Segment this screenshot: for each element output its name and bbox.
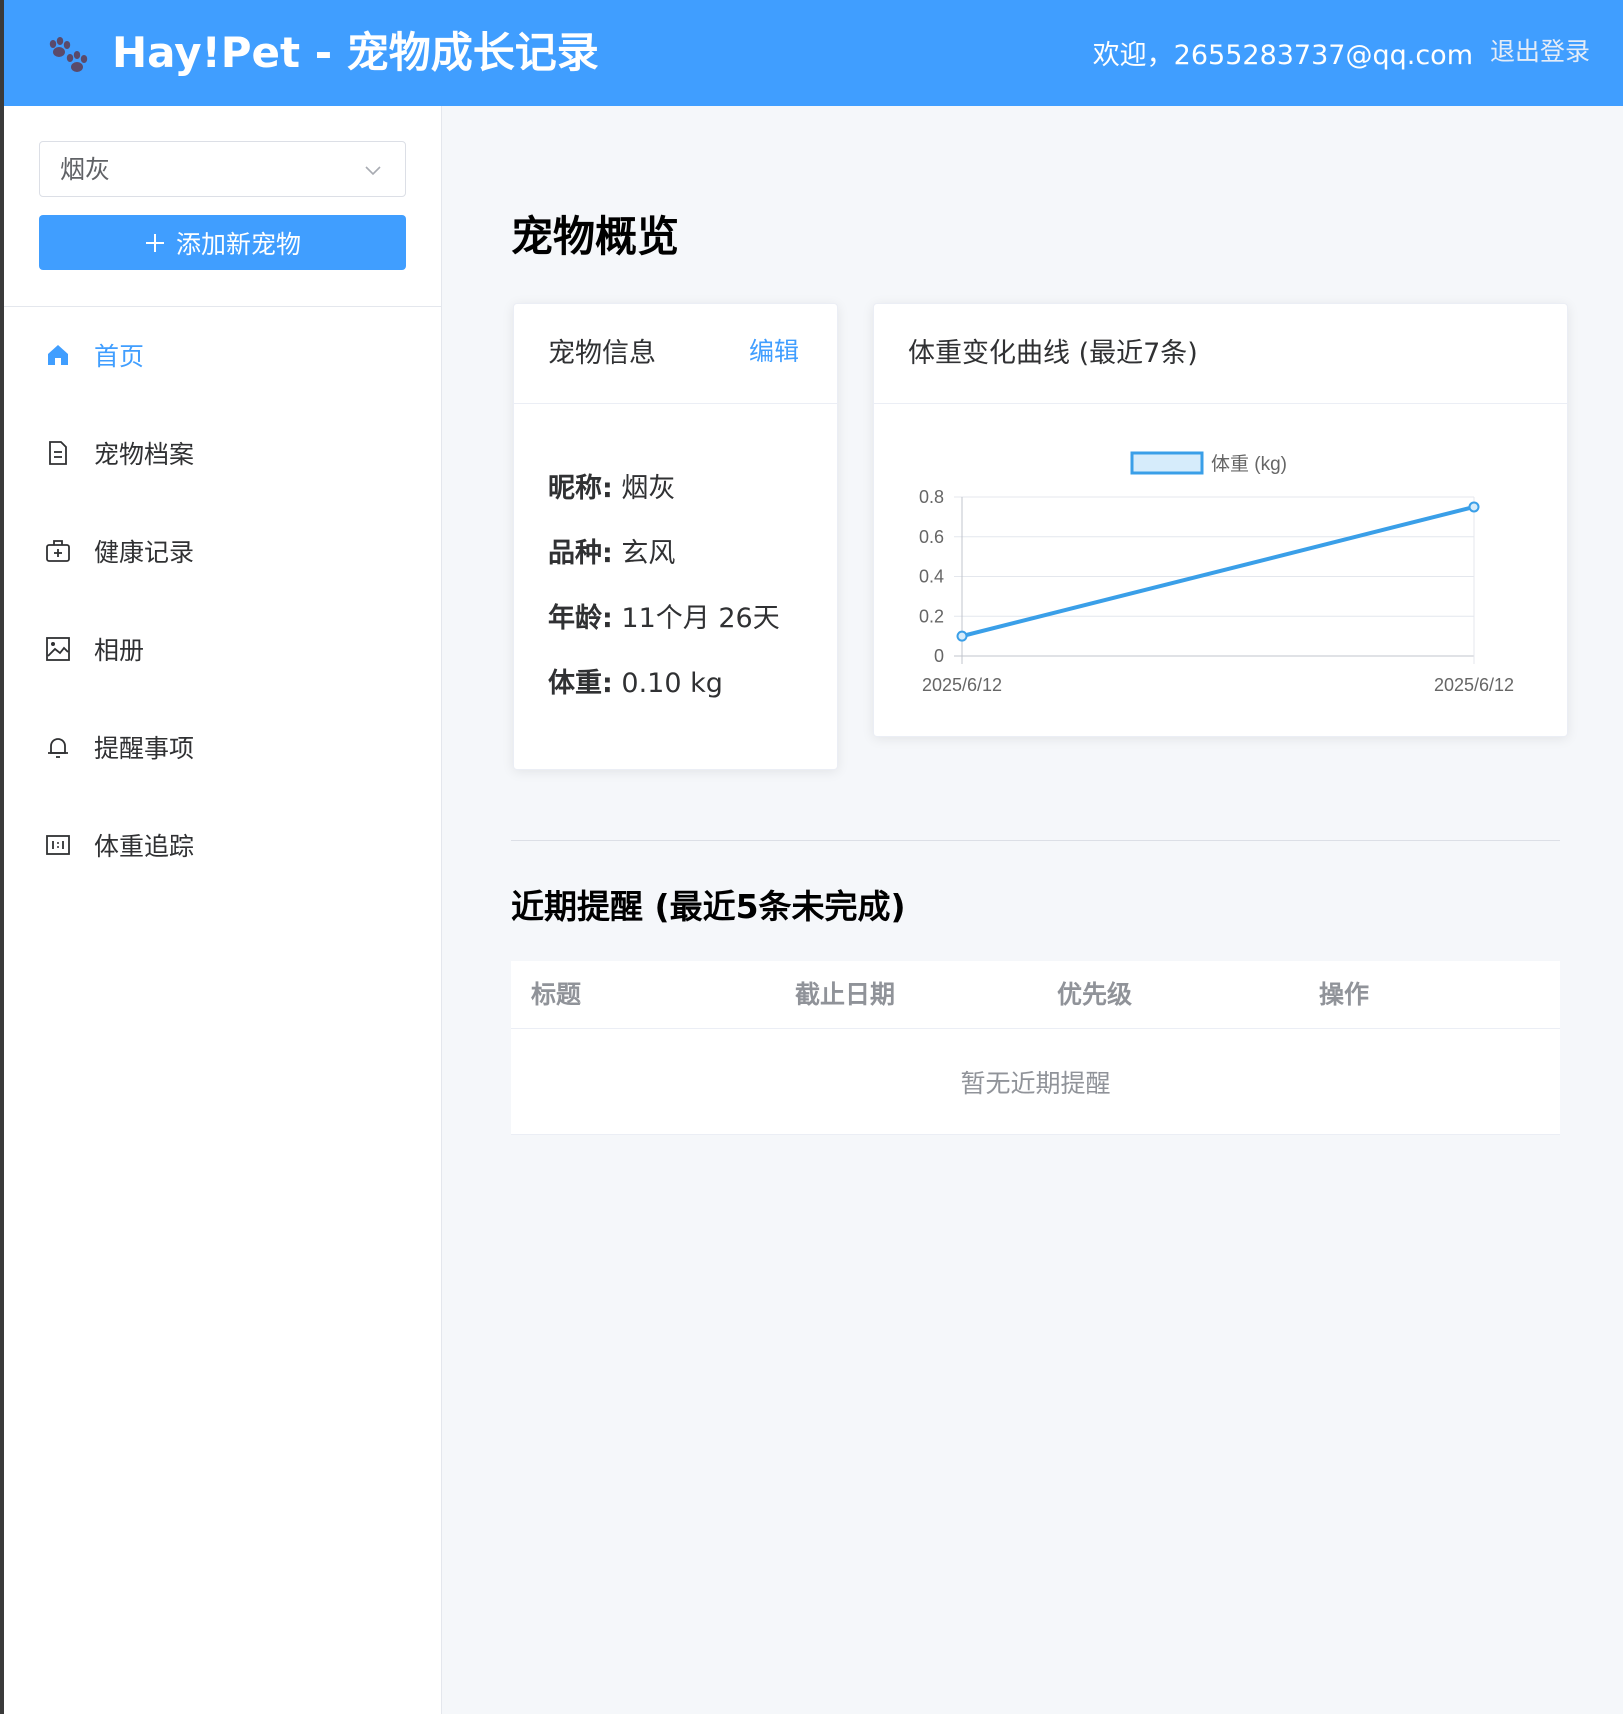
sidebar: 烟灰 添加新宠物 首页 宠物档案 健康记录 相册 提醒事项 体重追踪 — [0, 106, 442, 1714]
column-header-priority: 优先级 — [1057, 980, 1133, 1009]
info-value: 烟灰 — [621, 473, 676, 504]
sidebar-item-home[interactable]: 首页 — [4, 306, 441, 404]
page-title: 宠物概览 — [511, 212, 680, 261]
y-tick-label: 0.8 — [919, 487, 944, 507]
sidebar-item-health[interactable]: 健康记录 — [4, 502, 441, 600]
info-weight: 体重: 0.10 kg — [548, 664, 723, 704]
pet-select[interactable]: 烟灰 — [39, 141, 406, 197]
weight-line-chart: 0 0.2 0.4 0.6 0.8 2025/6/12 2025/6/12 体重 (kg) — [919, 451, 1514, 695]
legend-label: 体重 (kg) — [1211, 453, 1287, 475]
info-nickname: 昵称: 烟灰 — [548, 469, 675, 509]
sidebar-item-label: 体重追踪 — [94, 832, 195, 861]
pet-select-value: 烟灰 — [60, 155, 111, 184]
card-header: 宠物信息 编辑 — [514, 304, 837, 404]
logout-button[interactable]: 退出登录 — [1490, 34, 1590, 70]
home-icon — [44, 341, 72, 369]
column-header-actions: 操作 — [1319, 980, 1370, 1009]
y-tick-label: 0.4 — [919, 567, 944, 587]
table-header: 标题 截止日期 优先级 操作 — [511, 961, 1560, 1029]
chevron-down-icon — [365, 166, 381, 176]
picture-icon — [44, 635, 72, 663]
document-icon — [44, 439, 72, 467]
x-tick-label: 2025/6/12 — [1434, 675, 1514, 695]
table-empty-text: 暂无近期提醒 — [511, 1029, 1560, 1135]
sidebar-item-label: 相册 — [94, 636, 145, 665]
info-label: 品种: — [548, 538, 613, 569]
sidebar-item-label: 健康记录 — [94, 538, 195, 567]
paw-icon — [49, 37, 88, 72]
sidebar-item-label: 首页 — [94, 342, 145, 371]
add-pet-button[interactable]: 添加新宠物 — [39, 215, 406, 270]
y-tick-label: 0.2 — [919, 606, 944, 626]
card-title: 体重变化曲线 (最近7条) — [908, 338, 1198, 369]
legend-swatch — [1130, 451, 1204, 475]
main-content: 宠物概览 宠物信息 编辑 昵称: 烟灰 品种: 玄风 年龄: 11个月 26天 … — [442, 106, 1623, 1714]
data-point — [1468, 501, 1480, 513]
data-point — [956, 630, 968, 642]
info-value: 11个月 26天 — [621, 603, 780, 634]
bell-icon — [44, 733, 72, 761]
welcome-text: 欢迎，2655283737@qq.com — [1092, 40, 1473, 71]
sidebar-item-reminders[interactable]: 提醒事项 — [4, 698, 441, 796]
info-label: 年龄: — [548, 603, 613, 634]
info-label: 体重: — [548, 668, 613, 699]
info-age: 年龄: 11个月 26天 — [548, 599, 780, 639]
sidebar-item-weight[interactable]: 体重追踪 — [4, 796, 441, 894]
reminders-title: 近期提醒 (最近5条未完成) — [511, 887, 906, 926]
y-tick-label: 0.6 — [919, 527, 944, 547]
sidebar-item-album[interactable]: 相册 — [4, 600, 441, 698]
add-pet-label: 添加新宠物 — [175, 229, 301, 259]
x-tick-label: 2025/6/12 — [922, 675, 1002, 695]
edit-button[interactable]: 编辑 — [749, 334, 799, 370]
pet-info-card: 宠物信息 编辑 昵称: 烟灰 品种: 玄风 年龄: 11个月 26天 体重: 0… — [513, 303, 838, 770]
medical-box-icon — [44, 537, 72, 565]
y-tick-label: 0 — [934, 646, 944, 666]
info-value: 0.10 kg — [621, 668, 723, 699]
sidebar-item-label: 宠物档案 — [94, 440, 195, 469]
reminders-table: 标题 截止日期 优先级 操作 暂无近期提醒 — [511, 961, 1560, 1135]
card-title: 宠物信息 — [548, 338, 656, 369]
sidebar-item-label: 提醒事项 — [94, 734, 195, 763]
section-divider — [511, 840, 1560, 841]
scale-icon — [44, 831, 72, 859]
weight-chart-card: 体重变化曲线 (最近7条) 0 0.2 0.4 0.6 0.8 2025/6/12 2025… — [873, 303, 1568, 737]
info-value: 玄风 — [621, 538, 676, 569]
info-label: 昵称: — [548, 473, 613, 504]
app-header: Hay!Pet - 宠物成长记录 欢迎，2655283737@qq.com 退出… — [0, 0, 1623, 106]
column-header-due-date: 截止日期 — [795, 980, 896, 1009]
plus-icon — [145, 233, 164, 252]
info-breed: 品种: 玄风 — [548, 534, 675, 574]
sidebar-menu: 首页 宠物档案 健康记录 相册 提醒事项 体重追踪 — [4, 306, 441, 894]
column-header-title: 标题 — [531, 980, 582, 1009]
card-header: 体重变化曲线 (最近7条) — [874, 304, 1567, 404]
app-title: Hay!Pet - 宠物成长记录 — [112, 28, 599, 77]
sidebar-item-pet-profile[interactable]: 宠物档案 — [4, 404, 441, 502]
